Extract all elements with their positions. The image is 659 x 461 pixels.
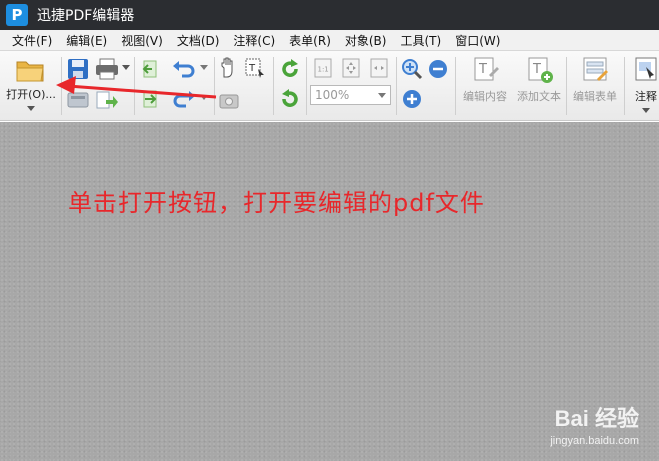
edit-form-label: 编辑表单 xyxy=(573,90,617,103)
add-text-icon: T xyxy=(528,57,553,83)
annotate-button[interactable]: 注释 xyxy=(626,55,659,113)
svg-text:T: T xyxy=(478,62,487,77)
menu-bar: 文件(F) 编辑(E) 视图(V) 文档(D) 注释(C) 表单(R) 对象(B… xyxy=(0,30,659,51)
toolbar: 打开(O)... T 1:1 100% T 编辑内容 T 添加文本 编辑表单 注… xyxy=(0,51,659,121)
print-icon[interactable] xyxy=(94,57,120,81)
edit-content-label: 编辑内容 xyxy=(463,90,507,103)
toolbar-separator xyxy=(134,57,135,115)
tutorial-annotation: 单击打开按钮，打开要编辑的pdf文件 xyxy=(68,189,485,217)
toolbar-separator xyxy=(396,57,397,115)
menu-comment[interactable]: 注释(C) xyxy=(226,32,282,49)
add-text-button[interactable]: T 添加文本 xyxy=(512,55,566,104)
watermark-url: jingyan.baidu.com xyxy=(550,435,639,447)
rotate-counterclockwise-icon[interactable] xyxy=(278,87,302,111)
zoom-value: 100% xyxy=(315,88,350,102)
edit-content-button[interactable]: T 编辑内容 xyxy=(458,55,512,104)
select-text-icon[interactable]: T xyxy=(244,57,266,79)
hand-tool-icon[interactable] xyxy=(218,57,240,79)
toolbar-separator xyxy=(624,57,625,115)
menu-edit[interactable]: 编辑(E) xyxy=(59,32,114,49)
menu-object[interactable]: 对象(B) xyxy=(338,32,394,49)
rotate-clockwise-icon[interactable] xyxy=(278,57,302,81)
add-text-label: 添加文本 xyxy=(517,90,561,103)
zoom-in-icon[interactable] xyxy=(400,57,424,81)
chevron-down-icon xyxy=(27,106,35,111)
edit-content-icon: T xyxy=(474,57,499,81)
fit-page-icon[interactable] xyxy=(340,57,362,79)
redo-icon[interactable] xyxy=(172,89,196,109)
menu-tools[interactable]: 工具(T) xyxy=(393,32,448,49)
undo-icon[interactable] xyxy=(172,59,196,79)
baidu-jingyan-watermark: Bai 经验 jingyan.baidu.com xyxy=(550,401,639,447)
zoom-plus-icon[interactable] xyxy=(400,87,424,111)
chevron-down-icon xyxy=(378,93,386,98)
open-button-label: 打开(O)... xyxy=(6,88,56,101)
edit-form-icon xyxy=(583,57,608,81)
menu-window[interactable]: 窗口(W) xyxy=(448,32,507,49)
zoom-out-icon[interactable] xyxy=(426,57,450,81)
toolbar-separator xyxy=(273,57,274,115)
save-icon[interactable] xyxy=(66,57,90,81)
svg-text:T: T xyxy=(532,62,541,77)
toolbar-separator xyxy=(214,57,215,115)
menu-view[interactable]: 视图(V) xyxy=(114,32,170,49)
chevron-down-icon[interactable] xyxy=(122,65,130,70)
annotate-label: 注释 xyxy=(635,90,657,103)
toolbar-separator xyxy=(61,57,62,115)
svg-text:1:1: 1:1 xyxy=(318,66,329,74)
next-page-icon[interactable] xyxy=(140,89,160,109)
prev-page-icon[interactable] xyxy=(140,59,160,79)
watermark-brand: Bai 经验 xyxy=(554,406,639,431)
zoom-select[interactable]: 100% xyxy=(310,85,391,105)
toolbar-separator xyxy=(306,57,307,115)
chevron-down-icon[interactable] xyxy=(200,65,208,70)
edit-form-button[interactable]: 编辑表单 xyxy=(568,55,622,104)
annotate-icon xyxy=(635,57,657,81)
open-button[interactable]: 打开(O)... xyxy=(4,57,58,111)
fit-width-icon[interactable] xyxy=(368,57,390,79)
chevron-down-icon xyxy=(642,108,650,113)
toolbar-separator xyxy=(566,57,567,115)
menu-form[interactable]: 表单(R) xyxy=(282,32,338,49)
export-icon xyxy=(96,91,118,109)
folder-icon xyxy=(16,61,44,82)
actual-size-icon[interactable]: 1:1 xyxy=(312,57,334,79)
menu-file[interactable]: 文件(F) xyxy=(0,32,59,49)
title-bar: P 迅捷PDF编辑器 xyxy=(0,0,659,30)
svg-text:T: T xyxy=(248,63,256,74)
snapshot-icon xyxy=(219,94,239,109)
scan-icon xyxy=(67,92,89,108)
menu-document[interactable]: 文档(D) xyxy=(170,32,227,49)
toolbar-separator xyxy=(455,57,456,115)
window-title: 迅捷PDF编辑器 xyxy=(37,8,135,24)
chevron-down-icon[interactable] xyxy=(200,95,208,100)
app-logo-icon: P xyxy=(6,4,28,26)
